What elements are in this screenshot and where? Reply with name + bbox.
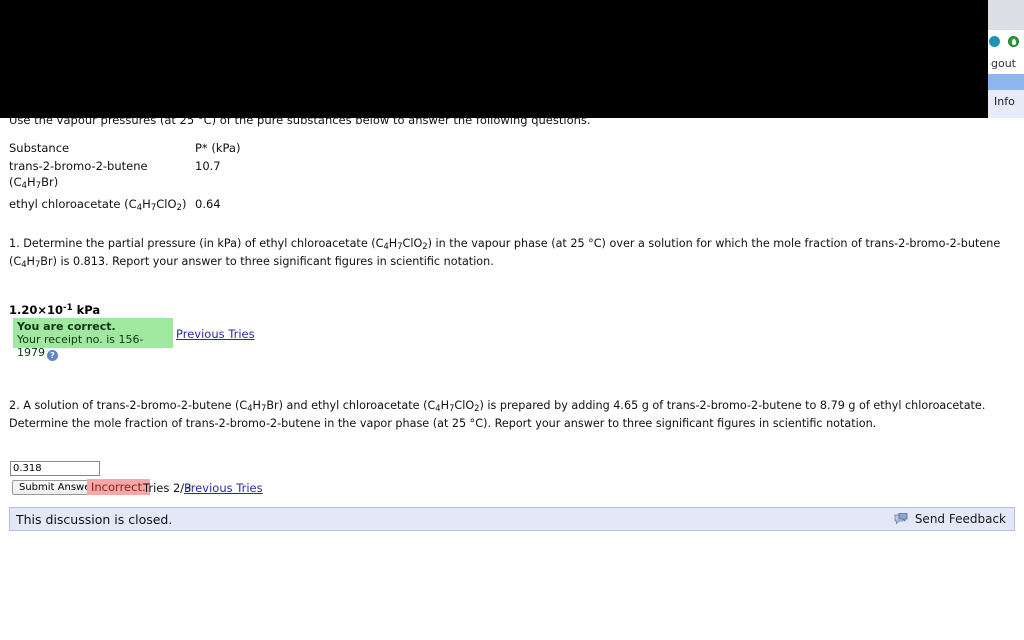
correct-status-title: You are correct. — [17, 320, 116, 333]
send-feedback-button[interactable]: Send Feedback — [894, 512, 1006, 526]
receipt-label: Your receipt no. is 156-1979 — [17, 333, 144, 359]
discussion-bar: This discussion is closed. Send Feedback — [9, 507, 1015, 531]
discussion-status-text: This discussion is closed. — [16, 512, 173, 527]
rail-icon-group — [988, 36, 1024, 50]
rail-toolbar-strip — [988, 0, 1024, 30]
info-tab[interactable]: Info — [988, 90, 1024, 118]
column-header-substance: Substance — [9, 141, 70, 155]
vapour-pressure-table: Substance P* (kPa) trans-2-bromo-2-buten… — [9, 139, 275, 217]
rail-highlight-bar — [988, 74, 1024, 90]
question-1-text: 1. Determine the partial pressure (in kP… — [9, 237, 1001, 270]
cell-substance-name: trans-2-bromo-2-butene (C4H7Br) — [9, 159, 148, 192]
column-header-pressure: P* (kPa) — [195, 141, 241, 155]
table-row: ethyl chloroacetate (C4H7ClO2) 0.64 — [9, 195, 275, 217]
teal-dot-icon[interactable] — [989, 36, 1000, 47]
logout-link[interactable]: gout — [991, 57, 1016, 70]
incorrect-status-badge: Incorrect. — [87, 479, 150, 495]
previous-tries-link-q2[interactable]: Previous Tries — [184, 481, 263, 495]
correct-status-box: You are correct. Your receipt no. is 156… — [13, 318, 173, 361]
table-row: trans-2-bromo-2-butene (C4H7Br) 10.7 — [9, 157, 275, 195]
black-occlusion-overlay — [0, 0, 988, 118]
right-rail: gout Info — [988, 0, 1024, 118]
feedback-icon — [894, 513, 908, 525]
cell-substance-name: ethyl chloroacetate (C4H7ClO2) — [9, 197, 187, 214]
cell-pressure-value: 0.64 — [195, 197, 221, 212]
help-icon[interactable]: ? — [47, 350, 58, 361]
cell-pressure-value: 10.7 — [195, 159, 221, 173]
question-1-answer: 1.20×10-1 kPa — [9, 303, 101, 317]
answer-input-q2[interactable] — [10, 461, 100, 476]
question-2-text: 2. A solution of trans-2-bromo-2-butene … — [9, 399, 986, 431]
info-tab-label: Info — [994, 95, 1015, 108]
table-header-row: Substance P* (kPa) — [9, 139, 275, 157]
receipt-text: Your receipt no. is 156-1979? — [17, 333, 169, 361]
send-feedback-label: Send Feedback — [914, 512, 1006, 526]
previous-tries-link-q1[interactable]: Previous Tries — [176, 327, 255, 341]
green-upload-icon[interactable] — [1008, 36, 1019, 47]
